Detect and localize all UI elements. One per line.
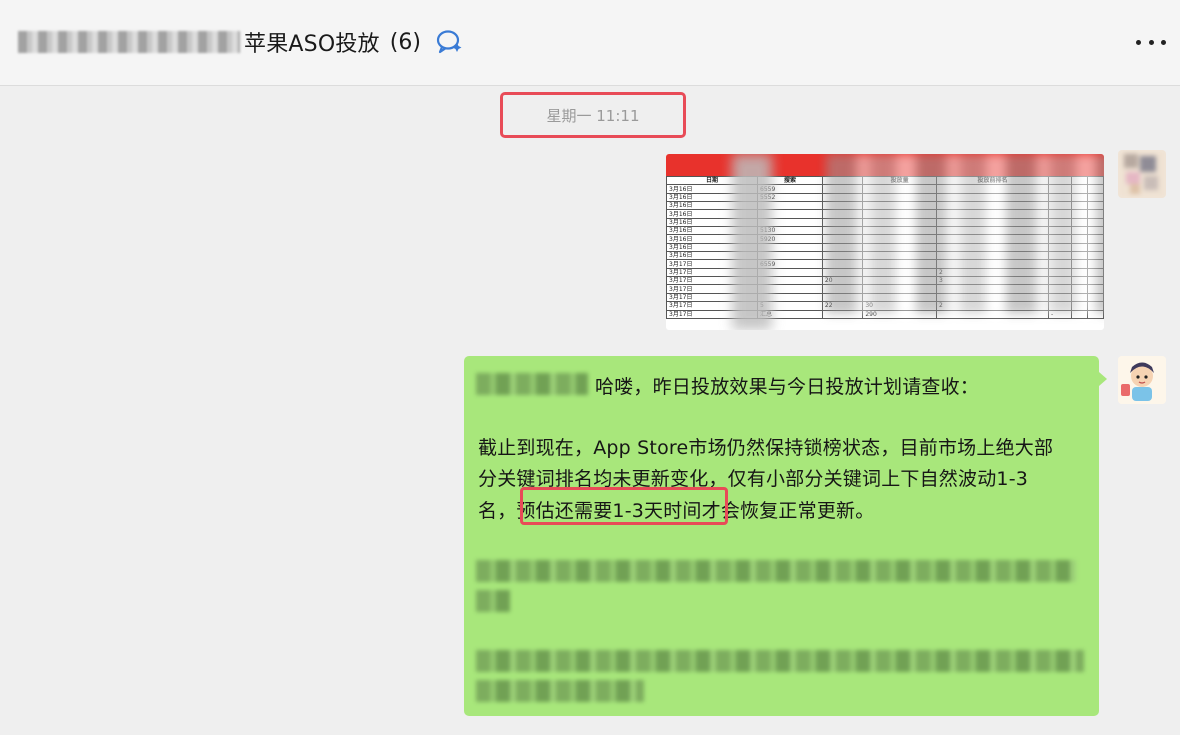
image-redaction bbox=[732, 154, 772, 330]
redacted-text bbox=[476, 650, 1084, 672]
more-options-icon[interactable] bbox=[1136, 36, 1166, 48]
redacted-mention bbox=[476, 373, 588, 395]
redacted-text bbox=[476, 590, 510, 612]
timestamp-highlight: 星期一 11:11 bbox=[500, 92, 686, 138]
image-redaction bbox=[826, 154, 1104, 314]
member-count: (6) bbox=[389, 29, 421, 55]
redacted-title-prefix bbox=[18, 31, 240, 53]
text-highlight bbox=[520, 487, 728, 525]
chat-bubble-icon[interactable] bbox=[435, 27, 465, 57]
redacted-text bbox=[476, 680, 644, 702]
bubble-tail bbox=[1099, 372, 1107, 386]
chat-title-text: 苹果ASO投放 bbox=[244, 32, 380, 57]
avatar[interactable] bbox=[1118, 150, 1166, 198]
chat-title[interactable]: 苹果ASO投放 (6) bbox=[18, 24, 465, 60]
timestamp: 星期一 11:11 bbox=[546, 106, 640, 125]
redacted-text bbox=[476, 560, 1076, 582]
message-line: 截止到现在，App Store市场仍然保持锁榜状态，目前市场上绝大部 bbox=[478, 437, 1054, 459]
image-message[interactable]: 日期搜索投放量投放前排名 3月16日65593月16日55523月16日3月16… bbox=[666, 154, 1104, 330]
message-line: 哈喽，昨日投放效果与今日投放计划请查收： bbox=[595, 376, 980, 398]
avatar[interactable] bbox=[1118, 356, 1166, 404]
chat-header: 苹果ASO投放 (6) bbox=[0, 0, 1180, 86]
